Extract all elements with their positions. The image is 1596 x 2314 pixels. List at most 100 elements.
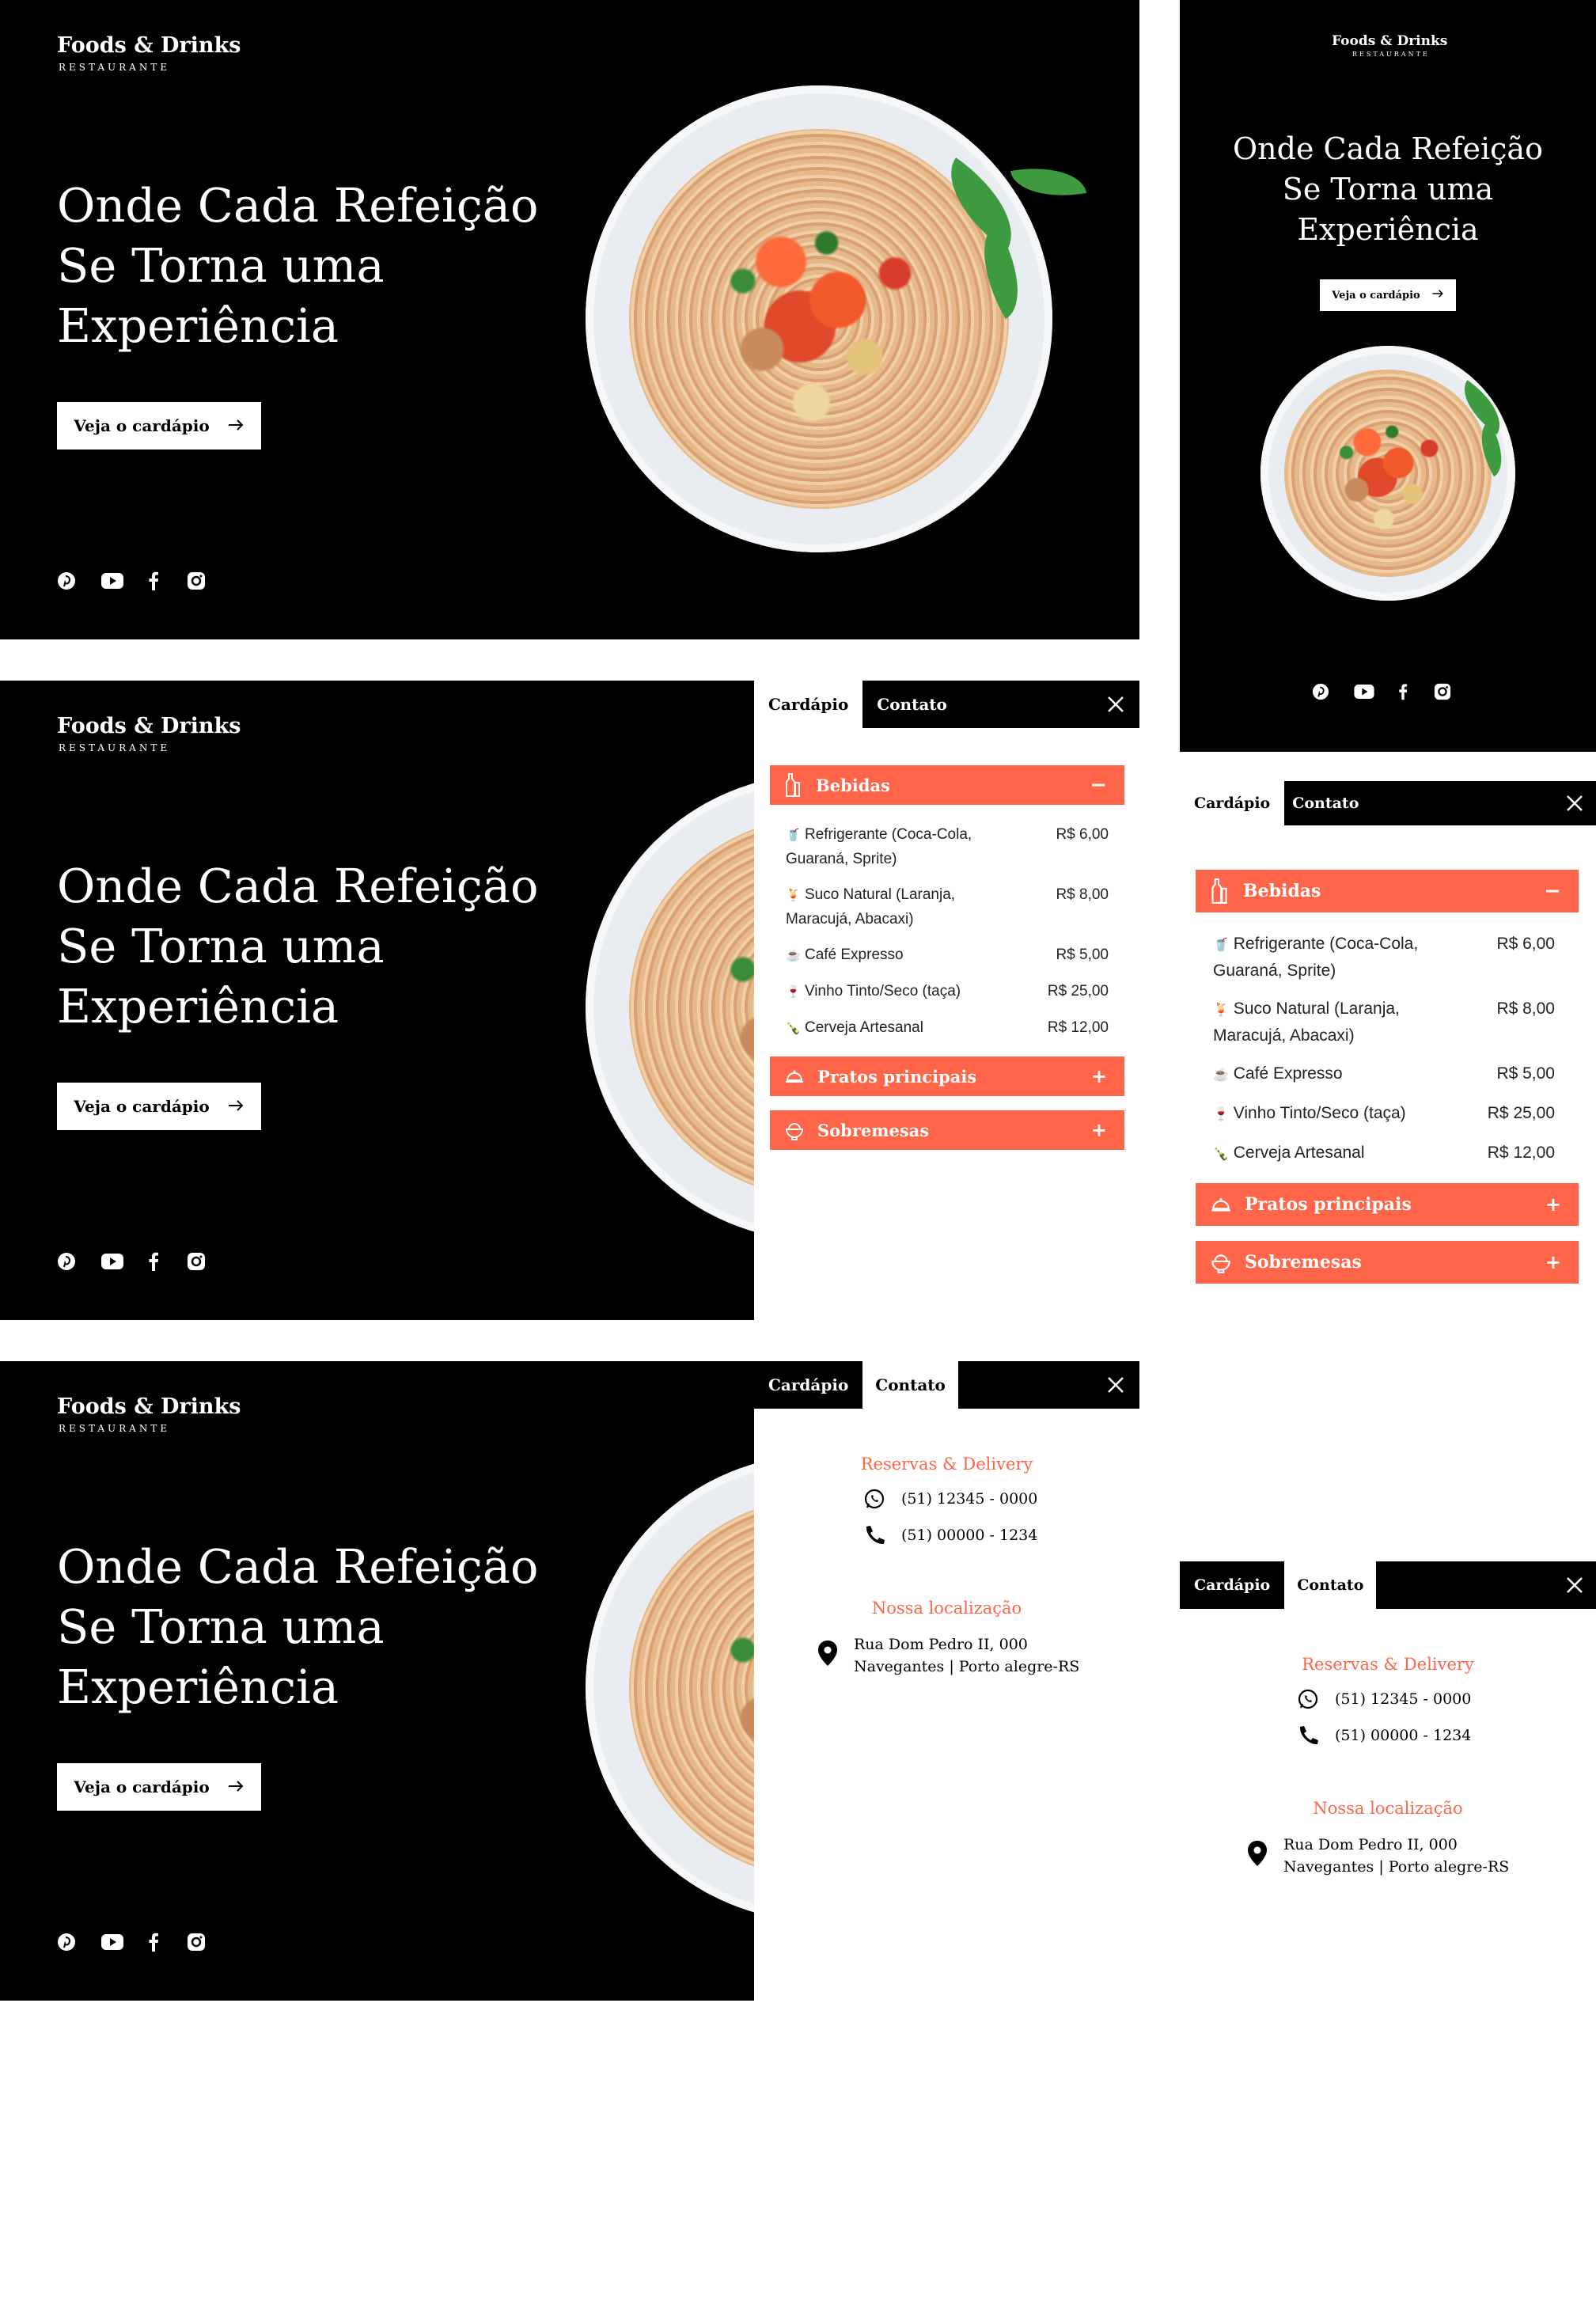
dish-image: [586, 774, 754, 1241]
category-bebidas[interactable]: Bebidas −: [1196, 870, 1579, 912]
pinterest-icon[interactable]: [55, 1931, 78, 1953]
youtube-icon[interactable]: [101, 1931, 123, 1953]
menu-item-emoji: 🥤: [786, 829, 801, 842]
address-line1: Rua Dom Pedro II, 000: [1283, 1836, 1458, 1853]
category-pratos-principais[interactable]: Pratos principais +: [1196, 1183, 1579, 1226]
menu-item: 🍷 Vinho Tinto/Seco (taça) R$ 25,00: [786, 980, 1109, 1004]
category-bebidas[interactable]: Bebidas −: [770, 765, 1124, 805]
tab-contact[interactable]: Contato: [862, 681, 961, 728]
menu-item-emoji: 🍾: [786, 1022, 801, 1035]
youtube-icon[interactable]: [101, 1250, 123, 1273]
social-links: [55, 570, 207, 592]
address-line2: Navegantes | Porto alegre-RS: [854, 1658, 1080, 1675]
view-menu-button[interactable]: Veja o cardápio: [57, 1763, 261, 1811]
menu-item-name: Cerveja Artesanal: [804, 1019, 923, 1036]
cloche-icon: [784, 1068, 805, 1085]
category-sobremesas[interactable]: Sobremesas +: [1196, 1241, 1579, 1284]
menu-item-price: R$ 12,00: [1047, 1019, 1109, 1036]
menu-item: 🥤 Refrigerante (Coca-Cola, Guaraná, Sprit…: [1213, 931, 1555, 984]
tab-contact[interactable]: Contato: [1284, 781, 1367, 825]
menu-item-name-cont: Guaraná, Sprite): [786, 851, 897, 867]
menu-item-price: R$ 25,00: [1047, 983, 1109, 1000]
pinterest-icon[interactable]: [1311, 682, 1330, 701]
ice-cream-icon: [784, 1120, 805, 1140]
category-pratos-principais[interactable]: Pratos principais +: [770, 1056, 1124, 1096]
menu-item-name: Vinho Tinto/Seco (taça): [804, 983, 961, 1000]
plus-icon: +: [1090, 1065, 1107, 1087]
brand-tagline: RESTAURANTE: [59, 1423, 171, 1434]
contact-content: Reservas & Delivery (51) 12345 - 0000 (5…: [754, 1361, 1139, 2001]
hero-title-line: Onde Cada Refeição: [57, 859, 539, 913]
desktop-contact-frame-hero: Foods & Drinks RESTAURANTE Onde Cada Ref…: [0, 1361, 754, 2001]
close-icon[interactable]: [1092, 681, 1139, 728]
category-sobremesas[interactable]: Sobremesas +: [770, 1110, 1124, 1150]
location-title: Nossa localização: [871, 1599, 1022, 1618]
facebook-icon[interactable]: [146, 570, 161, 592]
dish-image: [586, 1455, 754, 1921]
plus-icon: +: [1090, 1119, 1107, 1141]
phone-number: (51) 00000 - 1234: [1335, 1727, 1472, 1744]
tab-menu[interactable]: Cardápio: [754, 681, 863, 728]
instagram-icon[interactable]: [1433, 682, 1452, 701]
hero-title: Onde Cada Refeição Se Torna uma Experiên…: [57, 176, 539, 356]
instagram-icon[interactable]: [185, 1931, 207, 1953]
youtube-icon[interactable]: [101, 570, 123, 592]
menu-item-name-cont: Maracujá, Abacaxi): [786, 911, 914, 927]
menu-item-price: R$ 8,00: [1496, 1000, 1555, 1018]
phone-number: (51) 00000 - 1234: [901, 1527, 1038, 1544]
dish-image: [1260, 346, 1515, 601]
tab-menu[interactable]: Cardápio: [1180, 781, 1285, 825]
menu-item: 🍹 Suco Natural (Laranja, Maracujá, Abacax…: [1213, 996, 1555, 1049]
phone-row[interactable]: (51) 00000 - 1234: [1297, 1724, 1471, 1747]
bottle-icon: [784, 773, 800, 797]
arrow-right-icon: [227, 1777, 245, 1796]
contact-drawer-mobile: Cardápio Contato Reservas & Delivery (51…: [1180, 1561, 1596, 1973]
pinterest-icon[interactable]: [55, 570, 78, 592]
category-label: Bebidas: [816, 775, 890, 795]
menu-item: 🍹 Suco Natural (Laranja, Maracujá, Abacax…: [786, 883, 1109, 931]
hero-title-line: Experiência: [57, 979, 339, 1034]
hero-title-line: Onde Cada Refeição: [57, 1539, 539, 1594]
view-menu-button-label: Veja o cardápio: [1332, 289, 1420, 302]
phone-row[interactable]: (51) 00000 - 1234: [863, 1524, 1037, 1546]
menu-item-emoji: ☕: [1213, 1068, 1229, 1082]
pinterest-icon[interactable]: [55, 1250, 78, 1273]
category-label: Bebidas: [1243, 881, 1321, 901]
whatsapp-row[interactable]: (51) 12345 - 0000: [1297, 1688, 1471, 1710]
facebook-icon[interactable]: [1397, 682, 1409, 701]
location-title: Nossa localização: [1313, 1799, 1463, 1818]
facebook-icon[interactable]: [146, 1250, 161, 1273]
category-label: Sobremesas: [817, 1120, 930, 1140]
menu-drawer-mobile: Cardápio Contato Bebidas − 🥤 Refrigerant…: [1180, 781, 1596, 1319]
instagram-icon[interactable]: [185, 570, 207, 592]
minus-icon: −: [1090, 773, 1107, 797]
instagram-icon[interactable]: [185, 1250, 207, 1273]
hero-title-line: Experiência: [57, 1660, 339, 1714]
desktop-hero-frame: Foods & Drinks RESTAURANTE Onde Cada Ref…: [0, 0, 1139, 639]
view-menu-button[interactable]: Veja o cardápio: [57, 402, 261, 450]
reservations-title: Reservas & Delivery: [1302, 1655, 1474, 1674]
menu-item-name: Vinho Tinto/Seco (taça): [1233, 1104, 1406, 1122]
menu-item-emoji: 🍷: [1213, 1108, 1229, 1121]
menu-item-emoji: 🍹: [786, 889, 801, 902]
view-menu-button-label: Veja o cardápio: [74, 416, 210, 435]
whatsapp-row[interactable]: (51) 12345 - 0000: [863, 1488, 1037, 1510]
menu-item-price: R$ 6,00: [1496, 935, 1555, 953]
plus-icon: +: [1545, 1193, 1561, 1216]
map-pin-icon: [817, 1640, 838, 1667]
menu-items-list: 🥤 Refrigerante (Coca-Cola, Guaraná, Sprit…: [1213, 931, 1555, 1167]
facebook-icon[interactable]: [146, 1931, 161, 1953]
menu-item-name: Refrigerante (Coca-Cola,: [804, 826, 972, 843]
youtube-icon[interactable]: [1354, 682, 1374, 701]
view-menu-button[interactable]: Veja o cardápio: [57, 1083, 261, 1130]
brand-name: Foods & Drinks: [57, 33, 241, 58]
minus-icon: −: [1544, 879, 1561, 903]
hero-title-line: Se Torna uma: [57, 919, 385, 973]
view-menu-button[interactable]: Veja o cardápio: [1320, 279, 1456, 311]
close-icon[interactable]: [1553, 781, 1596, 825]
menu-item: 🍷 Vinho Tinto/Seco (taça) R$ 25,00: [1213, 1101, 1555, 1128]
ice-cream-icon: [1210, 1251, 1232, 1273]
hero-title-line: Se Torna uma: [1282, 172, 1494, 207]
plus-icon: +: [1545, 1251, 1561, 1273]
reservations-title: Reservas & Delivery: [860, 1455, 1033, 1474]
